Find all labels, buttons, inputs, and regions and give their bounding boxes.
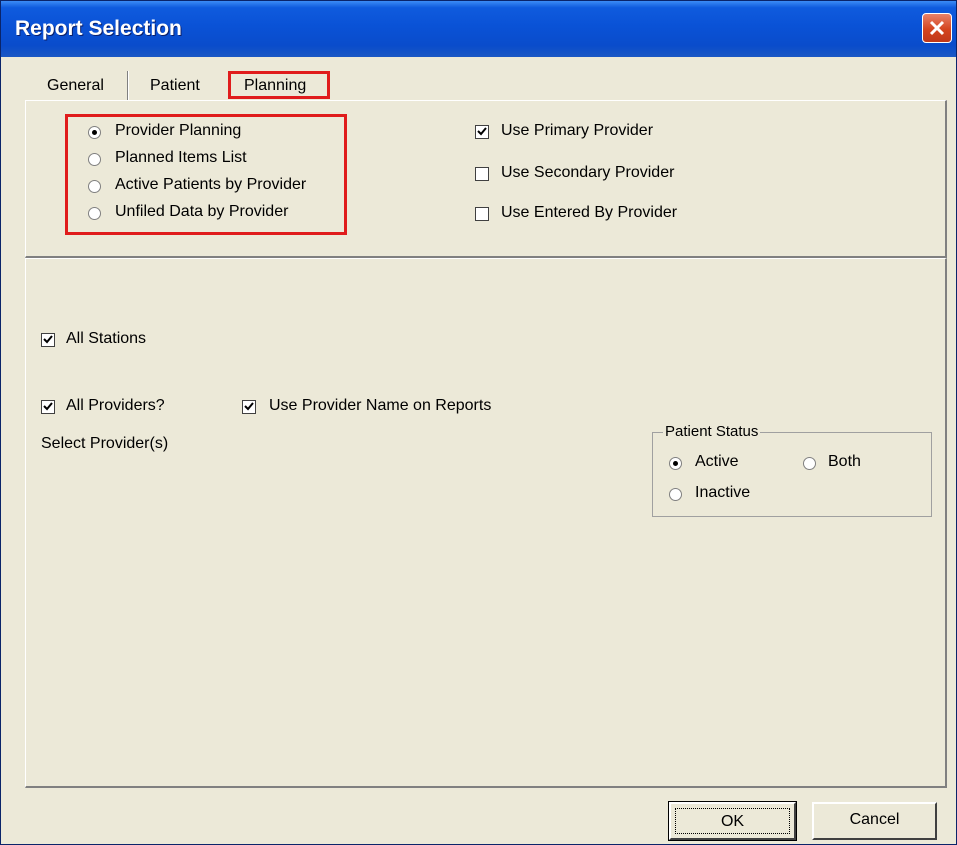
radio-button[interactable] xyxy=(803,457,816,470)
radio-label: Inactive xyxy=(695,484,751,501)
select-providers-label: Select Provider(s) xyxy=(41,435,169,452)
radio-label: Unfiled Data by Provider xyxy=(115,203,289,220)
checkbox[interactable] xyxy=(41,400,55,414)
ok-button[interactable]: OK xyxy=(668,801,797,841)
radio-label: Provider Planning xyxy=(115,122,242,139)
filter-panel xyxy=(25,258,947,788)
window-title: Report Selection xyxy=(15,17,182,40)
radio-label: Active Patients by Provider xyxy=(115,176,307,193)
checkbox-label: Use Primary Provider xyxy=(501,122,654,139)
radio-label: Planned Items List xyxy=(115,149,247,166)
tab-planning-label: Planning xyxy=(244,77,307,94)
checkbox[interactable] xyxy=(475,125,489,139)
checkbox[interactable] xyxy=(41,333,55,347)
close-icon xyxy=(929,20,945,36)
report-selection-dialog: Report Selection General Patient Plannin… xyxy=(0,0,957,845)
radio-button[interactable] xyxy=(669,488,682,501)
patient-status-title: Patient Status xyxy=(663,423,761,440)
checkmark-icon xyxy=(43,335,53,344)
radio-button[interactable] xyxy=(88,207,101,220)
tab-patient[interactable]: Patient xyxy=(150,77,200,95)
checkbox-label: Use Provider Name on Reports xyxy=(269,397,492,414)
checkbox[interactable] xyxy=(242,400,256,414)
radio-label: Active xyxy=(695,453,739,470)
radio-label: Both xyxy=(828,453,861,470)
radio-button[interactable] xyxy=(88,126,101,139)
checkbox-label: All Providers? xyxy=(66,397,165,414)
radio-button[interactable] xyxy=(669,457,682,470)
close-button[interactable] xyxy=(922,13,952,43)
ok-button-label: OK xyxy=(675,808,790,834)
checkbox-label: Use Entered By Provider xyxy=(501,204,678,221)
checkmark-icon xyxy=(244,402,254,411)
tab-general[interactable]: General xyxy=(47,77,104,95)
checkmark-icon xyxy=(43,402,53,411)
tab-divider xyxy=(127,71,129,101)
radio-button[interactable] xyxy=(88,180,101,193)
checkbox-label: All Stations xyxy=(66,330,147,347)
patient-status-group: Patient Status xyxy=(652,423,932,517)
title-bar[interactable]: Report Selection xyxy=(1,1,956,57)
cancel-button[interactable]: Cancel xyxy=(812,802,937,840)
checkbox[interactable] xyxy=(475,207,489,221)
checkbox[interactable] xyxy=(475,167,489,181)
checkmark-icon xyxy=(477,127,487,136)
checkbox-label: Use Secondary Provider xyxy=(501,164,675,181)
radio-button[interactable] xyxy=(88,153,101,166)
tab-planning[interactable]: Planning xyxy=(228,71,330,99)
